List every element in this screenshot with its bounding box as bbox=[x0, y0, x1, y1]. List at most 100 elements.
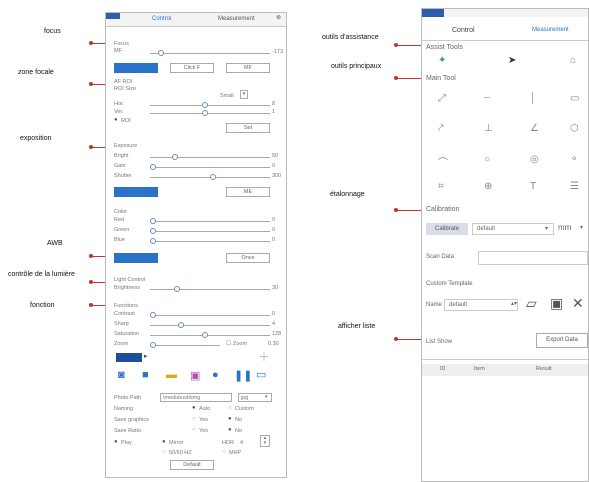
circle-icon[interactable]: ○ bbox=[484, 154, 490, 165]
contrast-handle[interactable] bbox=[150, 312, 156, 318]
red-track[interactable] bbox=[150, 221, 270, 222]
perpendicular-icon[interactable]: ⊥ bbox=[484, 123, 493, 134]
focus-click-button[interactable]: Click F bbox=[170, 63, 214, 73]
tab-control-right[interactable]: Control bbox=[452, 27, 475, 34]
open-folder-icon[interactable]: ▱ bbox=[526, 295, 537, 312]
unit-select[interactable]: mm ▾ bbox=[558, 223, 588, 235]
delete-tools-icon[interactable]: ✕ bbox=[572, 295, 584, 312]
red-handle[interactable] bbox=[150, 218, 156, 224]
roi-ver-track[interactable] bbox=[150, 113, 270, 114]
focus-auto-button[interactable] bbox=[114, 63, 158, 73]
naming-auto-radio-icon[interactable]: ● bbox=[192, 405, 196, 411]
text-icon[interactable]: T bbox=[530, 181, 536, 192]
video-icon[interactable]: ■ bbox=[142, 369, 149, 381]
pause-icon[interactable]: ❚❚ bbox=[234, 369, 252, 382]
sharp-handle[interactable] bbox=[178, 322, 184, 328]
mirror-radio-icon[interactable]: ● bbox=[162, 439, 166, 445]
awb-auto-button[interactable] bbox=[114, 253, 158, 263]
focus-mf-button[interactable]: MF bbox=[226, 63, 270, 73]
arc-icon[interactable]: ⌒ bbox=[438, 154, 448, 169]
default-button[interactable]: Default bbox=[170, 460, 214, 470]
swatch-dropdown-icon[interactable]: ▸ bbox=[144, 352, 148, 360]
gallery-icon[interactable]: ▣ bbox=[190, 369, 200, 382]
gain-handle[interactable] bbox=[150, 164, 156, 170]
saturation-handle[interactable] bbox=[202, 332, 208, 338]
template-name-select[interactable]: default ▴▾ bbox=[444, 299, 518, 311]
roi-radio-icon[interactable]: ● bbox=[114, 117, 118, 123]
polygon-icon[interactable]: ⬡ bbox=[570, 123, 579, 134]
export-data-button[interactable]: Export Data bbox=[536, 333, 588, 348]
line-icon[interactable]: ⤢ bbox=[438, 93, 446, 104]
crosshair-icon[interactable]: ＋ bbox=[258, 348, 270, 365]
shutter-handle[interactable] bbox=[210, 174, 216, 180]
sharp-track[interactable] bbox=[150, 325, 270, 326]
blue-handle[interactable] bbox=[150, 238, 156, 244]
center-circle-icon[interactable]: ◎ bbox=[530, 154, 539, 165]
zoom-checkbox-icon[interactable]: ☐ bbox=[226, 340, 231, 347]
tab-control[interactable]: Control bbox=[152, 16, 171, 22]
gain-value: 0 bbox=[272, 163, 276, 169]
vertical-line-icon[interactable]: │ bbox=[530, 93, 536, 104]
tab-measurement-right[interactable]: Measurement bbox=[532, 27, 569, 33]
roi-hor-track[interactable] bbox=[150, 105, 270, 106]
two-circles-icon[interactable]: ⚬ bbox=[570, 154, 578, 165]
focus-slider-track[interactable] bbox=[150, 53, 270, 54]
zoom-track[interactable] bbox=[150, 345, 220, 346]
point-icon[interactable]: ⌗ bbox=[438, 181, 444, 192]
tab-measurement[interactable]: Measurement bbox=[218, 16, 255, 22]
gain-label: Gain bbox=[114, 163, 126, 169]
roi-hor-handle[interactable] bbox=[202, 102, 208, 108]
roi-set-button[interactable]: Set bbox=[226, 123, 270, 133]
bright-handle[interactable] bbox=[172, 154, 178, 160]
dash-line-icon[interactable]: ┄ bbox=[484, 93, 490, 104]
naming-custom-radio-icon[interactable]: ○ bbox=[228, 405, 232, 411]
gain-track[interactable] bbox=[150, 167, 270, 168]
ruler-icon[interactable]: ☰ bbox=[570, 181, 579, 192]
calibrate-button[interactable]: Calibrate bbox=[426, 223, 468, 235]
green-handle[interactable] bbox=[150, 228, 156, 234]
arrow-line-icon[interactable]: ⤤ bbox=[438, 123, 444, 134]
bright-track[interactable] bbox=[150, 157, 270, 158]
roi-ver-handle[interactable] bbox=[202, 110, 208, 116]
save-ratio-yes-radio-icon[interactable]: ○ bbox=[192, 427, 196, 433]
play-radio-icon[interactable]: ● bbox=[114, 439, 118, 445]
save-ratio-no-radio-icon[interactable]: ● bbox=[228, 427, 232, 433]
green-track[interactable] bbox=[150, 231, 270, 232]
compass-icon[interactable]: ✦ bbox=[438, 55, 446, 66]
auto-exposure-button[interactable] bbox=[114, 187, 158, 197]
zoom-handle[interactable] bbox=[150, 342, 156, 348]
monitor-icon[interactable]: ▭ bbox=[256, 368, 266, 381]
save-graphics-yes-radio-icon[interactable]: ○ bbox=[192, 416, 196, 422]
angle-icon[interactable]: ∠ bbox=[530, 123, 539, 134]
brightness-track[interactable] bbox=[150, 289, 270, 290]
control-panel-left: Control Measurement ⊗ Focus MF -173 Clic… bbox=[105, 12, 287, 478]
brightness-handle[interactable] bbox=[174, 286, 180, 292]
calibration-select[interactable]: default ▾ bbox=[472, 223, 554, 235]
manual-exposure-button[interactable]: ME bbox=[226, 187, 270, 197]
folder-icon[interactable]: ▬ bbox=[166, 369, 177, 381]
format-select[interactable]: jpg ▾ bbox=[238, 393, 272, 402]
color-swatch[interactable] bbox=[116, 353, 142, 362]
awb-once-button[interactable]: Once bbox=[226, 253, 270, 263]
eraser-icon[interactable]: ⌂ bbox=[570, 55, 576, 66]
contrast-track[interactable] bbox=[150, 315, 270, 316]
blue-track[interactable] bbox=[150, 241, 270, 242]
save-graphics-yes-label: Yes bbox=[199, 417, 208, 423]
photo-path-field[interactable]: \media\usb\img bbox=[160, 393, 232, 402]
camera-icon[interactable]: ◙ bbox=[118, 369, 125, 381]
roi-size-dropdown-icon[interactable]: ▾ bbox=[240, 90, 248, 99]
timer-icon[interactable]: ● bbox=[212, 369, 219, 381]
roi-size-value[interactable]: Small bbox=[220, 93, 234, 99]
focus-slider-handle[interactable] bbox=[158, 50, 164, 56]
hz-radio-icon[interactable]: ○ bbox=[162, 449, 166, 455]
concentric-icon[interactable]: ⊕ bbox=[484, 181, 492, 192]
save-icon[interactable]: ▣ bbox=[550, 295, 563, 312]
scan-data-field[interactable] bbox=[478, 251, 588, 265]
rectangle-icon[interactable]: ▭ bbox=[570, 93, 579, 104]
saturation-track[interactable] bbox=[150, 335, 270, 336]
close-icon[interactable]: ⊗ bbox=[276, 14, 281, 21]
hdr-stepper[interactable]: ▴ ▾ bbox=[260, 435, 270, 447]
mhp-radio-icon[interactable]: ○ bbox=[222, 449, 226, 455]
save-graphics-no-radio-icon[interactable]: ● bbox=[228, 416, 232, 422]
pointer-icon[interactable]: ➤ bbox=[508, 55, 516, 66]
